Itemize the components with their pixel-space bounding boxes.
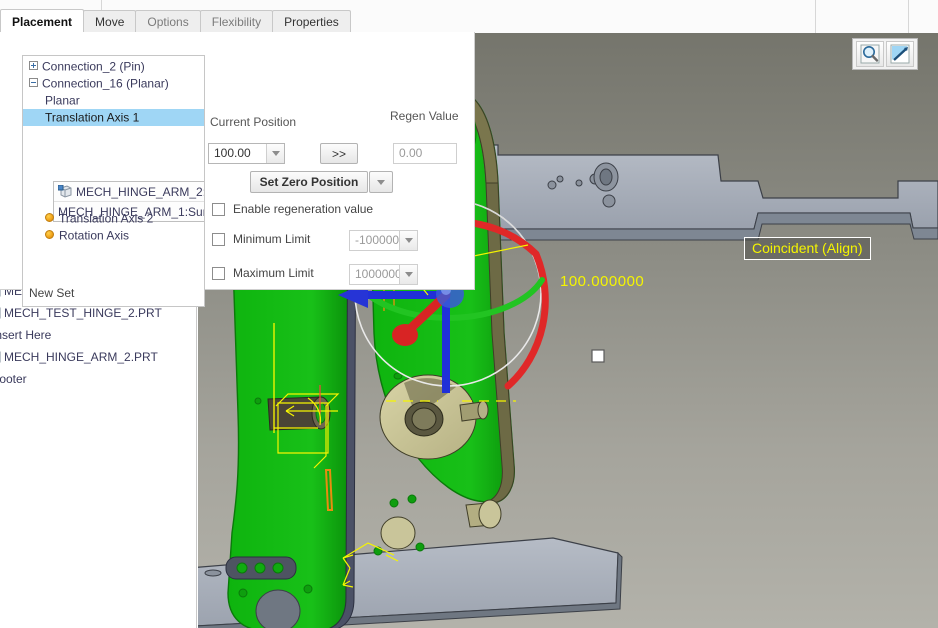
tab-flexibility[interactable]: Flexibility (200, 10, 273, 33)
tab-move[interactable]: Move (83, 10, 136, 33)
model-tree-item-footer[interactable]: Footer (0, 370, 27, 389)
part-active-icon (0, 351, 1, 363)
repaint-icon[interactable] (886, 41, 914, 67)
model-tree-item-label: MECH_TEST_HINGE_2.PRT (4, 306, 162, 320)
maximum-limit-dropdown[interactable] (399, 265, 417, 284)
tree-node-label: Planar (45, 93, 80, 107)
constraint-tooltip: Coincident (Align) (744, 237, 871, 260)
tab-properties[interactable]: Properties (272, 10, 351, 33)
expander-minus-icon[interactable] (29, 78, 38, 87)
chevron-down-icon (377, 180, 385, 185)
tree-node-label: Connection_2 (Pin) (42, 59, 145, 73)
viewport-toolbar (852, 38, 918, 70)
model-tree-item-11[interactable]: MECH_HINGE_ARM_2.PRT (0, 348, 158, 367)
checkbox-box[interactable] (212, 203, 225, 216)
zoom-in-icon[interactable] (856, 41, 884, 67)
maximum-limit-value: 1000000.00 (355, 265, 400, 284)
minimum-limit-value: -1000000.0 (355, 231, 400, 250)
checkbox-box[interactable] (212, 233, 225, 246)
dimension-value-label[interactable]: 100.000000 (560, 273, 644, 290)
bullet-orange-icon (45, 230, 54, 239)
tree-node-label: Translation Axis 2 (59, 211, 153, 225)
placement-set-tree[interactable]: Connection_2 (Pin) Connection_16 (Planar… (22, 55, 205, 307)
current-position-value: 100.00 (214, 144, 251, 163)
checkbox-box[interactable] (212, 267, 225, 280)
current-position-input[interactable]: 100.00 (208, 143, 285, 164)
tree-node-label: Translation Axis 1 (45, 110, 139, 124)
chevron-down-icon (405, 272, 413, 277)
checkbox-label: Minimum Limit (233, 232, 310, 246)
part-icon (0, 307, 1, 319)
transfer-to-regen-button[interactable]: >> (320, 143, 358, 164)
tree-node-label: Rotation Axis (59, 228, 129, 242)
tree-node-connection-16[interactable]: Connection_16 (Planar) (23, 75, 204, 92)
set-zero-position-label: Set Zero Position (260, 175, 359, 189)
model-tree-item-label: Footer (0, 372, 27, 386)
placement-dialog: Connection_2 (Pin) Connection_16 (Planar… (0, 32, 475, 290)
chevron-down-icon (272, 151, 280, 156)
dashboard-tabs: Placement Move Options Flexibility Prope… (0, 9, 350, 33)
toolbar-separator-3 (908, 0, 909, 33)
tree-node-rotation-axis[interactable]: Rotation Axis (23, 227, 204, 244)
tree-node-planar[interactable]: Planar (23, 92, 204, 109)
regen-value-label: Regen Value (390, 109, 459, 123)
checkbox-label: Maximum Limit (233, 266, 314, 280)
model-tree-item-label: Insert Here (0, 328, 51, 342)
current-position-dropdown[interactable] (266, 144, 284, 163)
minimum-limit-input[interactable]: -1000000.0 (349, 230, 418, 251)
toolbar-separator-2 (815, 0, 816, 33)
minimum-limit-checkbox[interactable]: Minimum Limit (212, 232, 310, 246)
surface-ref-icon (58, 185, 73, 198)
expander-plus-icon[interactable] (29, 61, 38, 70)
model-tree-item-insert-here[interactable]: Insert Here (0, 326, 51, 345)
reference-label: MECH_HINGE_ARM_2:S (76, 185, 204, 199)
regen-value-text: 0.00 (399, 144, 422, 163)
application-window: T HA MC AR AT AR AC ME MECH_HINGE_ARM_1.… (0, 0, 938, 628)
checkbox-label: Enable regeneration value (233, 202, 373, 216)
enable-regeneration-checkbox[interactable]: Enable regeneration value (212, 202, 373, 216)
transfer-button-label: >> (332, 147, 346, 161)
set-zero-position-dropdown[interactable] (369, 171, 393, 193)
maximum-limit-input[interactable]: 1000000.00 (349, 264, 418, 285)
tree-node-translation-axis-1[interactable]: Translation Axis 1 (23, 109, 204, 126)
current-position-label: Current Position (210, 115, 296, 129)
chevron-down-icon (405, 238, 413, 243)
tree-node-translation-axis-2[interactable]: Translation Axis 2 (23, 210, 204, 227)
maximum-limit-checkbox[interactable]: Maximum Limit (212, 266, 314, 280)
bullet-orange-icon (45, 213, 54, 222)
set-zero-position-button[interactable]: Set Zero Position (250, 171, 368, 193)
tree-node-label: Connection_16 (Planar) (42, 76, 169, 90)
new-set-link[interactable]: New Set (29, 286, 74, 300)
tab-options[interactable]: Options (135, 10, 200, 33)
minimum-limit-dropdown[interactable] (399, 231, 417, 250)
model-tree-item-label: MECH_HINGE_ARM_2.PRT (4, 350, 158, 364)
tab-placement[interactable]: Placement (0, 9, 84, 33)
tree-node-connection-2[interactable]: Connection_2 (Pin) (23, 58, 204, 75)
regen-value-input[interactable]: 0.00 (393, 143, 457, 164)
reference-row-1[interactable]: MECH_HINGE_ARM_2:S (54, 182, 204, 202)
